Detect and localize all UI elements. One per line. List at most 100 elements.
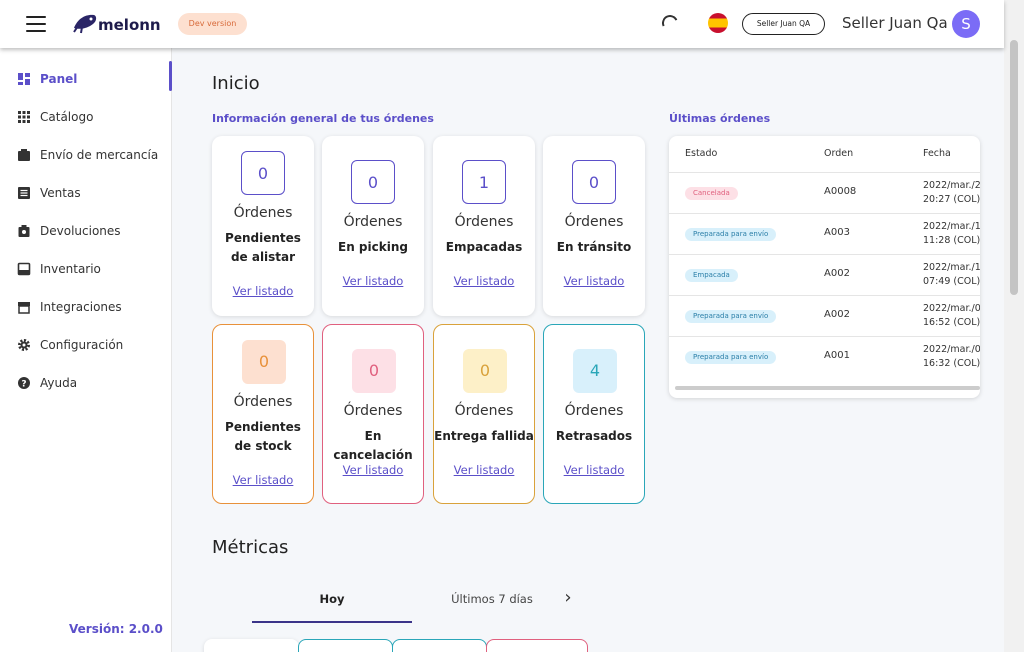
app-version: Versión: 2.0.0: [69, 622, 163, 636]
sidebar-item-integraciones[interactable]: Integraciones: [0, 288, 172, 326]
order-status: Pendientes de alistar: [225, 231, 301, 264]
table-row[interactable]: Preparada para envío A002 2022/mar./0 16:…: [669, 295, 980, 336]
order-label: Órdenes: [343, 403, 403, 419]
table-horizontal-scrollbar[interactable]: [675, 386, 980, 390]
ver-listado-link[interactable]: Ver listado: [322, 274, 424, 288]
sidebar-item-catalogo[interactable]: Catálogo: [0, 98, 172, 136]
main-content: Inicio Información general de tus órdene…: [172, 48, 1004, 652]
order-count: 1: [462, 160, 506, 204]
hamburger-menu-icon[interactable]: [26, 16, 46, 32]
status-badge: Preparada para envío: [685, 351, 777, 364]
order-date-time: 20:27 (COL): [923, 194, 980, 205]
order-card-en-transito: 0 Órdenes En tránsito Ver listado: [543, 136, 645, 316]
order-date-time: 07:49 (COL): [923, 276, 980, 287]
ver-listado-link[interactable]: Ver listado: [323, 463, 423, 477]
status-badge: Preparada para envío: [685, 310, 777, 323]
order-count: 0: [572, 160, 616, 204]
grid-icon: [18, 111, 30, 123]
order-card-retrasados: 4 Órdenes Retrasados Ver listado: [543, 324, 645, 504]
ver-listado-link[interactable]: Ver listado: [543, 274, 645, 288]
sidebar-item-envio[interactable]: Envío de mercancía: [0, 136, 172, 174]
sidebar-item-label: Ventas: [40, 186, 81, 200]
order-card-pendientes-stock: 0 Órdenes Pendientes de stock Ver listad…: [212, 324, 314, 504]
table-row[interactable]: Empacada A002 2022/mar./1 07:49 (COL): [669, 254, 980, 295]
order-date-time: 16:32 (COL): [923, 358, 980, 369]
latest-orders-table: Estado Orden Fecha Cancelada A0008 2022/…: [669, 136, 980, 398]
order-date: 2022/mar./0 16:52 (COL): [923, 302, 980, 330]
order-label: Órdenes: [343, 214, 403, 230]
sidebar-item-ayuda[interactable]: ? Ayuda: [0, 364, 172, 402]
order-status: Pendientes de stock: [225, 420, 301, 453]
seller-name[interactable]: Seller Juan Qa: [842, 14, 948, 32]
order-id: A002: [824, 268, 850, 279]
inventory-icon: [17, 262, 31, 276]
sidebar-item-label: Integraciones: [40, 300, 122, 314]
order-date: 2022/mar./1 07:49 (COL): [923, 261, 980, 289]
sidebar-item-label: Ayuda: [40, 376, 78, 390]
page-scrollbar-thumb[interactable]: [1010, 40, 1018, 295]
ver-listado-link[interactable]: Ver listado: [433, 274, 535, 288]
metrics-title: Métricas: [212, 537, 289, 558]
order-date-time: 16:52 (COL): [923, 317, 980, 328]
column-header-estado: Estado: [685, 148, 718, 159]
status-badge: Cancelada: [685, 187, 738, 200]
spain-flag-icon[interactable]: [708, 13, 728, 33]
order-date-day: 2022/mar./1: [923, 262, 980, 273]
page-title: Inicio: [212, 73, 260, 94]
order-date-day: 2022/mar./1: [923, 221, 980, 232]
loading-spinner-icon: [659, 12, 681, 34]
tab-ultimos-7-dias[interactable]: Últimos 7 días: [412, 589, 572, 623]
ver-listado-link[interactable]: Ver listado: [544, 463, 644, 477]
order-id: A003: [824, 227, 850, 238]
status-badge: Preparada para envío: [685, 228, 777, 241]
top-bar: melonn Dev version Seller Juan QA Seller…: [0, 0, 1004, 48]
order-date: 2022/mar./2 20:27 (COL): [923, 179, 980, 207]
seller-selector-button[interactable]: Seller Juan QA: [742, 13, 825, 35]
column-header-fecha: Fecha: [923, 148, 951, 159]
chevron-right-icon[interactable]: ›: [558, 589, 578, 623]
metric-card: [486, 639, 588, 652]
table-row[interactable]: Cancelada A0008 2022/mar./2 20:27 (COL): [669, 172, 980, 213]
column-header-orden: Orden: [824, 148, 854, 159]
latest-orders-title: Últimas órdenes: [669, 112, 771, 125]
order-card-entrega-fallida: 0 Órdenes Entrega fallida Ver listado: [433, 324, 535, 504]
tab-hoy[interactable]: Hoy: [252, 589, 412, 623]
return-box-icon: [18, 225, 30, 237]
order-status: Entrega fallida: [434, 429, 534, 443]
order-status: Retrasados: [555, 429, 633, 443]
ver-listado-link[interactable]: Ver listado: [434, 463, 534, 477]
order-count: 0: [352, 349, 396, 393]
order-date-day: 2022/mar./0: [923, 303, 980, 314]
order-status: En picking: [338, 240, 408, 254]
ver-listado-link[interactable]: Ver listado: [213, 473, 313, 487]
brand-name: melonn: [98, 16, 161, 34]
sidebar-item-ventas[interactable]: Ventas: [0, 174, 172, 212]
avatar[interactable]: S: [952, 10, 980, 38]
status-badge: Empacada: [685, 269, 738, 282]
sidebar-item-label: Envío de mercancía: [40, 148, 159, 162]
sidebar-item-configuracion[interactable]: Configuración: [0, 326, 172, 364]
brand-logo[interactable]: melonn: [72, 10, 164, 38]
order-date: 2022/mar./0 16:32 (COL): [923, 343, 980, 371]
order-id: A0008: [824, 186, 857, 197]
order-date-day: 2022/mar./2: [923, 180, 980, 191]
sidebar-item-devoluciones[interactable]: Devoluciones: [0, 212, 172, 250]
help-icon: ?: [18, 377, 30, 390]
order-count: 0: [351, 160, 395, 204]
sidebar-item-inventario[interactable]: Inventario: [0, 250, 172, 288]
metric-card: [298, 639, 393, 652]
sidebar-item-panel[interactable]: Panel: [0, 60, 172, 98]
sidebar-item-label: Panel: [40, 72, 78, 86]
order-count: 4: [573, 349, 617, 393]
order-id: A002: [824, 309, 850, 320]
order-label: Órdenes: [454, 403, 514, 419]
ver-listado-link[interactable]: Ver listado: [212, 284, 314, 298]
order-label: Órdenes: [564, 214, 624, 230]
table-row[interactable]: Preparada para envío A001 2022/mar./0 16:…: [669, 336, 980, 377]
order-status: Empacadas: [445, 240, 523, 254]
sidebar-item-label: Devoluciones: [40, 224, 121, 238]
order-card-empacadas: 1 Órdenes Empacadas Ver listado: [433, 136, 535, 316]
metric-card: [392, 639, 487, 652]
order-id: A001: [824, 350, 850, 361]
table-row[interactable]: Preparada para envío A003 2022/mar./1 11:…: [669, 213, 980, 254]
